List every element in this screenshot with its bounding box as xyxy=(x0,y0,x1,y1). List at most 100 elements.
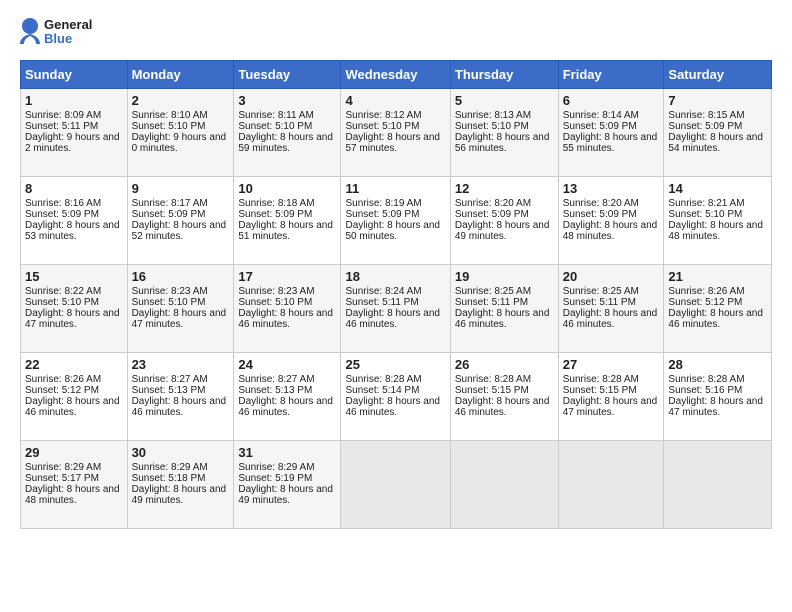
sunset-label: Sunset: 5:09 PM xyxy=(563,121,637,132)
day-number: 23 xyxy=(132,357,230,372)
sunset-label: Sunset: 5:09 PM xyxy=(238,209,312,220)
daylight-label: Daylight: 8 hours and 55 minutes. xyxy=(563,132,658,154)
calendar-cell: 31Sunrise: 8:29 AMSunset: 5:19 PMDayligh… xyxy=(234,441,341,529)
sunset-label: Sunset: 5:10 PM xyxy=(345,121,419,132)
sunrise-label: Sunrise: 8:28 AM xyxy=(668,374,744,385)
weekday-header-monday: Monday xyxy=(127,61,234,89)
calendar-cell: 7Sunrise: 8:15 AMSunset: 5:09 PMDaylight… xyxy=(664,89,772,177)
sunrise-label: Sunrise: 8:28 AM xyxy=(563,374,639,385)
sunset-label: Sunset: 5:10 PM xyxy=(238,297,312,308)
sunrise-label: Sunrise: 8:20 AM xyxy=(455,198,531,209)
day-number: 17 xyxy=(238,269,336,284)
day-number: 24 xyxy=(238,357,336,372)
calendar-cell: 22Sunrise: 8:26 AMSunset: 5:12 PMDayligh… xyxy=(21,353,128,441)
daylight-label: Daylight: 8 hours and 57 minutes. xyxy=(345,132,440,154)
calendar-cell: 6Sunrise: 8:14 AMSunset: 5:09 PMDaylight… xyxy=(558,89,664,177)
daylight-label: Daylight: 8 hours and 46 minutes. xyxy=(668,308,763,330)
daylight-label: Daylight: 8 hours and 46 minutes. xyxy=(455,308,550,330)
calendar-cell: 27 Sunrise: 8:28 AMSunset: 5:15 PMDayligh… xyxy=(558,353,664,441)
day-number: 9 xyxy=(132,181,230,196)
weekday-header-tuesday: Tuesday xyxy=(234,61,341,89)
sunrise-label: Sunrise: 8:23 AM xyxy=(132,286,208,297)
daylight-label: Daylight: 8 hours and 46 minutes. xyxy=(25,396,120,418)
sunrise-label: Sunrise: 8:24 AM xyxy=(345,286,421,297)
sunrise-label: Sunrise: 8:12 AM xyxy=(345,110,421,121)
day-number: 19 xyxy=(455,269,554,284)
calendar-cell: 25Sunrise: 8:28 AMSunset: 5:14 PMDayligh… xyxy=(341,353,450,441)
calendar-cell: 29Sunrise: 8:29 AMSunset: 5:17 PMDayligh… xyxy=(21,441,128,529)
calendar-cell: 17Sunrise: 8:23 AMSunset: 5:10 PMDayligh… xyxy=(234,265,341,353)
sunset-label: Sunset: 5:09 PM xyxy=(345,209,419,220)
logo-container: General Blue xyxy=(20,16,92,48)
daylight-label: Daylight: 8 hours and 48 minutes. xyxy=(25,484,120,506)
sunset-label: Sunset: 5:13 PM xyxy=(132,385,206,396)
sunset-label: Sunset: 5:12 PM xyxy=(668,297,742,308)
day-number: 4 xyxy=(345,93,445,108)
calendar-cell: 30Sunrise: 8:29 AMSunset: 5:18 PMDayligh… xyxy=(127,441,234,529)
calendar-cell: 23 Sunrise: 8:27 AMSunset: 5:13 PMDayligh… xyxy=(127,353,234,441)
sunrise-label: Sunrise: 8:27 AM xyxy=(132,374,208,385)
daylight-label: Daylight: 8 hours and 52 minutes. xyxy=(132,220,227,242)
logo-blue: Blue xyxy=(44,32,92,46)
daylight-label: Daylight: 9 hours and 2 minutes. xyxy=(25,132,120,154)
day-number: 28 xyxy=(668,357,767,372)
daylight-label: Daylight: 8 hours and 51 minutes. xyxy=(238,220,333,242)
sunset-label: Sunset: 5:19 PM xyxy=(238,473,312,484)
day-number: 8 xyxy=(25,181,123,196)
daylight-label: Daylight: 8 hours and 46 minutes. xyxy=(132,396,227,418)
sunrise-label: Sunrise: 8:23 AM xyxy=(238,286,314,297)
sunset-label: Sunset: 5:11 PM xyxy=(455,297,528,308)
sunrise-label: Sunrise: 8:10 AM xyxy=(132,110,208,121)
sunrise-label: Sunrise: 8:20 AM xyxy=(563,198,639,209)
week-row-4: 22Sunrise: 8:26 AMSunset: 5:12 PMDayligh… xyxy=(21,353,772,441)
calendar-cell: 5Sunrise: 8:13 AMSunset: 5:10 PMDaylight… xyxy=(450,89,558,177)
sunset-label: Sunset: 5:09 PM xyxy=(25,209,99,220)
daylight-label: Daylight: 8 hours and 59 minutes. xyxy=(238,132,333,154)
sunset-label: Sunset: 5:10 PM xyxy=(25,297,99,308)
sunset-label: Sunset: 5:10 PM xyxy=(132,297,206,308)
sunrise-label: Sunrise: 8:15 AM xyxy=(668,110,744,121)
sunrise-label: Sunrise: 8:28 AM xyxy=(345,374,421,385)
calendar-cell: 19Sunrise: 8:25 AMSunset: 5:11 PMDayligh… xyxy=(450,265,558,353)
sunset-label: Sunset: 5:17 PM xyxy=(25,473,99,484)
weekday-header-row: SundayMondayTuesdayWednesdayThursdayFrid… xyxy=(21,61,772,89)
sunset-label: Sunset: 5:10 PM xyxy=(668,209,742,220)
daylight-label: Daylight: 8 hours and 48 minutes. xyxy=(563,220,658,242)
calendar-cell: 2Sunrise: 8:10 AMSunset: 5:10 PMDaylight… xyxy=(127,89,234,177)
calendar-cell xyxy=(450,441,558,529)
day-number: 29 xyxy=(25,445,123,460)
week-row-3: 15Sunrise: 8:22 AMSunset: 5:10 PMDayligh… xyxy=(21,265,772,353)
sunset-label: Sunset: 5:16 PM xyxy=(668,385,742,396)
day-number: 12 xyxy=(455,181,554,196)
calendar-cell: 13Sunrise: 8:20 AMSunset: 5:09 PMDayligh… xyxy=(558,177,664,265)
daylight-label: Daylight: 8 hours and 46 minutes. xyxy=(345,308,440,330)
sunrise-label: Sunrise: 8:26 AM xyxy=(668,286,744,297)
sunset-label: Sunset: 5:11 PM xyxy=(345,297,418,308)
daylight-label: Daylight: 8 hours and 53 minutes. xyxy=(25,220,120,242)
day-number: 2 xyxy=(132,93,230,108)
weekday-header-wednesday: Wednesday xyxy=(341,61,450,89)
calendar-cell: 14Sunrise: 8:21 AMSunset: 5:10 PMDayligh… xyxy=(664,177,772,265)
day-number: 1 xyxy=(25,93,123,108)
sunrise-label: Sunrise: 8:18 AM xyxy=(238,198,314,209)
day-number: 3 xyxy=(238,93,336,108)
calendar-cell: 9Sunrise: 8:17 AMSunset: 5:09 PMDaylight… xyxy=(127,177,234,265)
daylight-label: Daylight: 8 hours and 46 minutes. xyxy=(455,396,550,418)
weekday-header-saturday: Saturday xyxy=(664,61,772,89)
daylight-label: Daylight: 8 hours and 47 minutes. xyxy=(563,396,658,418)
daylight-label: Daylight: 8 hours and 49 minutes. xyxy=(132,484,227,506)
weekday-header-sunday: Sunday xyxy=(21,61,128,89)
day-number: 10 xyxy=(238,181,336,196)
calendar-cell: 10 Sunrise: 8:18 AMSunset: 5:09 PMDayligh… xyxy=(234,177,341,265)
sunrise-label: Sunrise: 8:29 AM xyxy=(132,462,208,473)
sunset-label: Sunset: 5:15 PM xyxy=(563,385,637,396)
calendar-cell: 12Sunrise: 8:20 AMSunset: 5:09 PMDayligh… xyxy=(450,177,558,265)
sunrise-label: Sunrise: 8:22 AM xyxy=(25,286,101,297)
sunrise-label: Sunrise: 8:13 AM xyxy=(455,110,531,121)
day-number: 5 xyxy=(455,93,554,108)
sunset-label: Sunset: 5:10 PM xyxy=(238,121,312,132)
logo-general: General xyxy=(44,18,92,32)
sunset-label: Sunset: 5:11 PM xyxy=(563,297,636,308)
weekday-header-friday: Friday xyxy=(558,61,664,89)
day-number: 27 xyxy=(563,357,660,372)
